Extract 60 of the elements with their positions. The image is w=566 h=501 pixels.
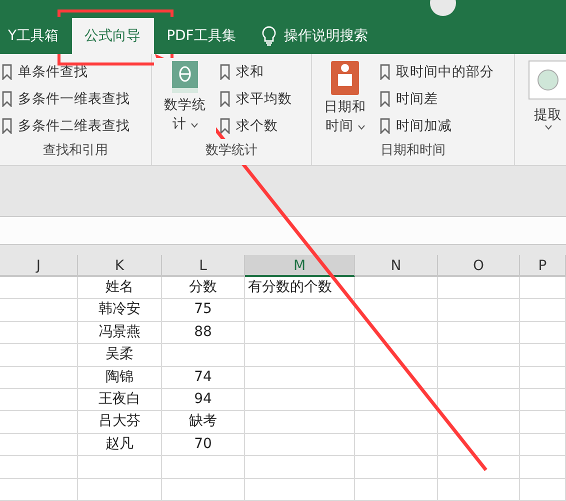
ribbon-command[interactable]: 取时间中的部分 (380, 58, 494, 86)
table-cell (520, 434, 566, 456)
table-cell: 70 (162, 434, 245, 456)
table-cell: 陶锦 (78, 366, 162, 390)
table-cell: 赵凡 (78, 434, 162, 456)
bookmark-icon (380, 90, 390, 107)
table-cell: 王夜白 (78, 389, 162, 412)
ribbon-tab[interactable]: 公式向导 (72, 18, 154, 54)
table-cell (520, 344, 566, 367)
bookmark-icon (220, 64, 230, 80)
column-header[interactable]: P (520, 255, 566, 278)
book-icon (171, 60, 199, 94)
bookmark-icon (2, 118, 12, 134)
table-cell: 有分数的个数 (245, 277, 355, 300)
bookmark-icon (380, 64, 390, 80)
table-cell: 94 (162, 389, 245, 412)
ribbon-command[interactable]: 时间加减 (380, 112, 494, 140)
table-cell (520, 366, 566, 390)
ribbon-command[interactable]: 单条件查找 (2, 58, 130, 86)
table-cell: 75 (162, 299, 245, 322)
table-cell: 吴柔 (78, 344, 162, 367)
table-cell: 韩冷安 (78, 299, 162, 322)
table-cell: 缺考 (162, 411, 245, 434)
table-cell: 分数 (162, 277, 245, 300)
column-header[interactable]: K (78, 255, 162, 278)
bookmark-icon (380, 118, 390, 134)
table-cell: 74 (162, 366, 245, 390)
table-cell (520, 277, 566, 300)
caret-icon (190, 123, 198, 128)
ribbon-command[interactable]: 求和 (220, 58, 292, 86)
column-header[interactable]: L (162, 255, 245, 278)
caret-icon (358, 125, 365, 130)
circle-button-icon (528, 60, 566, 100)
column-header[interactable]: O (438, 255, 520, 278)
bookmark-icon (220, 90, 230, 107)
column-header[interactable]: M (245, 255, 355, 278)
table-cell (520, 299, 566, 322)
bookmark-icon (220, 118, 230, 134)
group-label: 数学统计 (206, 139, 258, 166)
table-cell (520, 389, 566, 412)
column-header[interactable]: N (355, 255, 438, 278)
table-cell (520, 478, 566, 501)
table-cell: 姓名 (78, 277, 162, 300)
bookmark-icon (2, 64, 12, 80)
table-cell: 吕大芬 (78, 411, 162, 434)
table-cell (520, 322, 566, 344)
ribbon-command[interactable]: 求个数 (220, 112, 292, 140)
ribbon-command[interactable]: 多条件一维表查找 (2, 85, 130, 112)
ribbon-command[interactable]: 求平均数 (220, 85, 292, 112)
table-cell (520, 456, 566, 479)
table-cell: 冯景燕 (78, 322, 162, 344)
ribbon-command[interactable]: 多条件二维表查找 (2, 112, 130, 140)
table-cell (520, 411, 566, 434)
calendar-book-icon (330, 60, 360, 96)
lightbulb-icon (262, 26, 276, 46)
caret-icon (544, 125, 552, 130)
table-cell: 88 (162, 322, 245, 344)
ribbon-command[interactable]: 时间差 (380, 85, 494, 112)
bookmark-icon (2, 90, 12, 107)
column-header[interactable]: J (0, 255, 78, 278)
